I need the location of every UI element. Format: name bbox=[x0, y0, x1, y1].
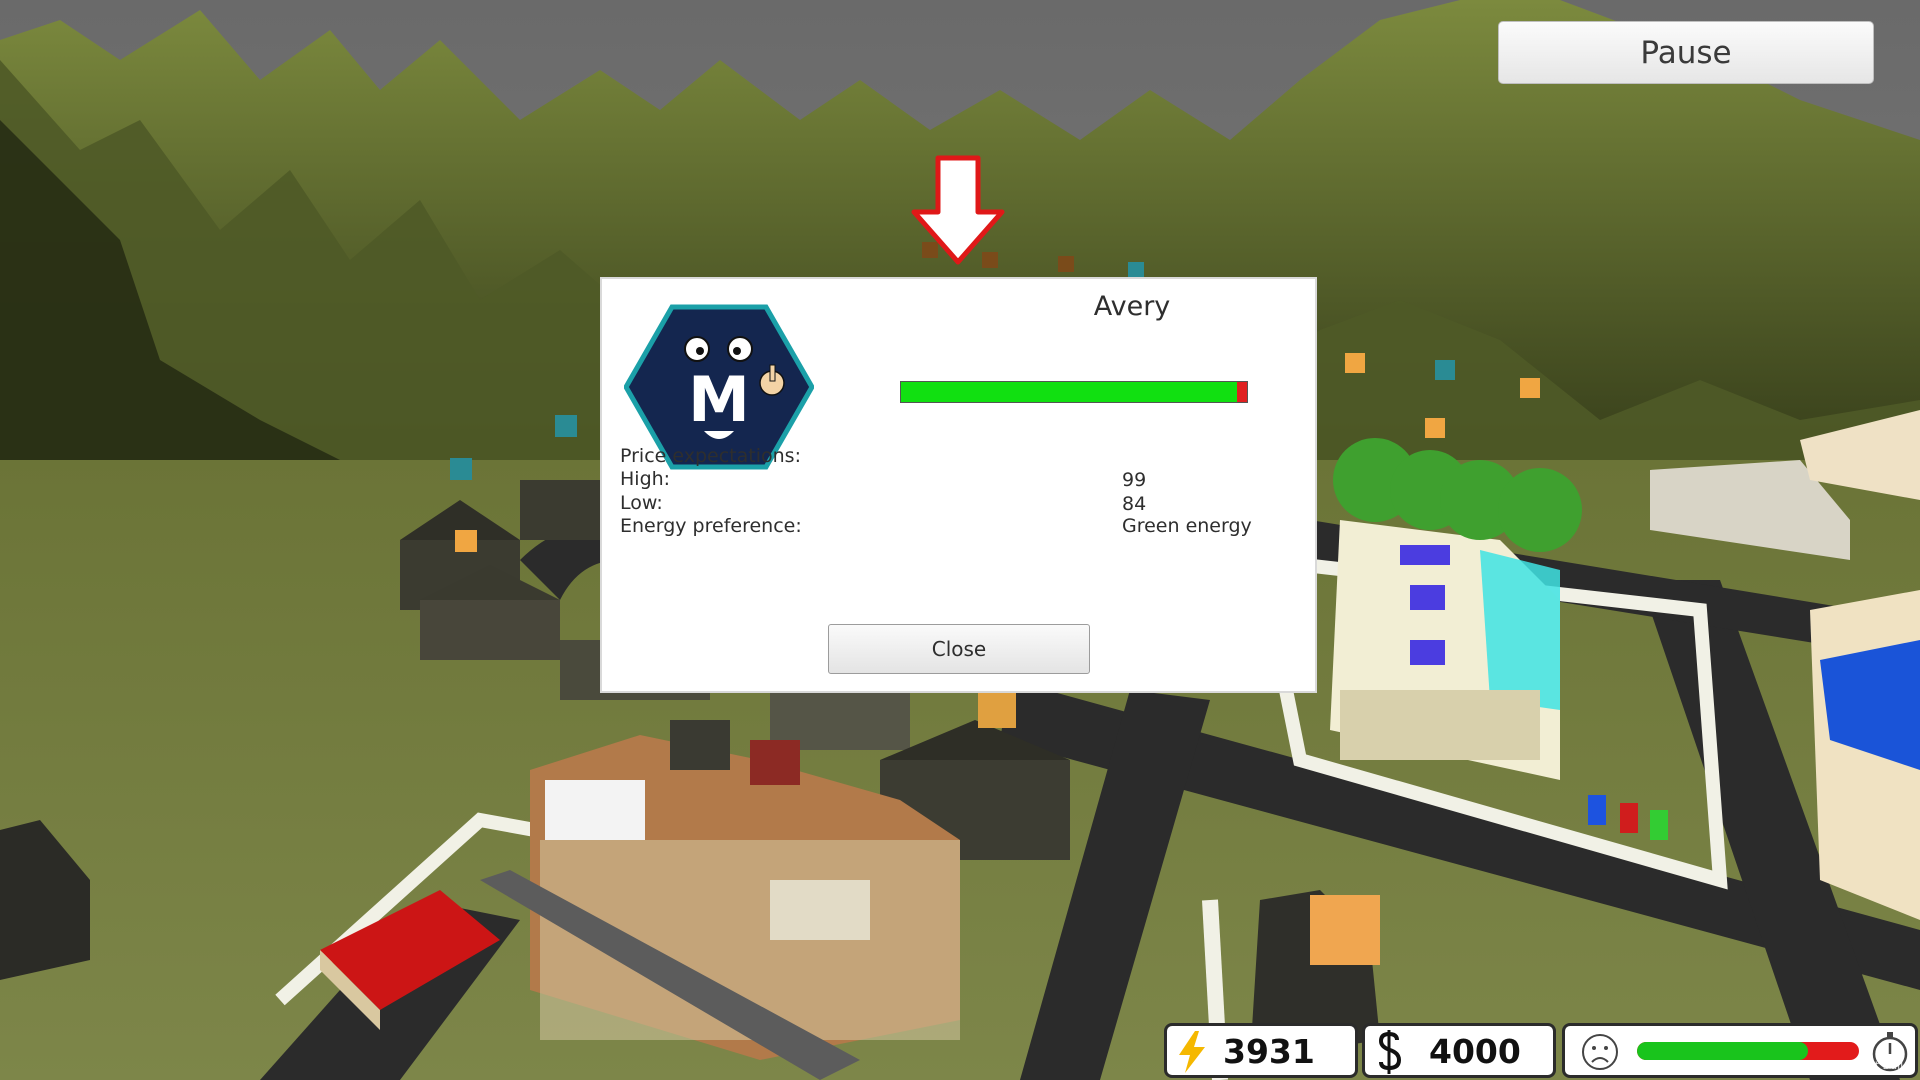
customer-name: Avery bbox=[1093, 291, 1171, 322]
lightning-icon bbox=[1179, 1031, 1205, 1073]
low-price-value: 84 bbox=[1122, 493, 1147, 515]
currency-icon bbox=[1378, 1030, 1402, 1074]
svg-text:M: M bbox=[688, 363, 750, 436]
car-blue bbox=[1588, 795, 1606, 825]
low-price-label: Low: bbox=[620, 492, 663, 514]
development-build-watermark: Development Build bbox=[1805, 1059, 1911, 1072]
high-price-label: High: bbox=[620, 468, 671, 490]
customer-info-dialog: M Avery Price expectations: High: 99 Low… bbox=[600, 277, 1317, 693]
energy-preference-value: Green energy bbox=[1122, 515, 1252, 537]
sad-face-icon bbox=[1582, 1034, 1618, 1070]
satisfaction-bar-fill bbox=[901, 382, 1237, 402]
close-button[interactable]: Close bbox=[828, 624, 1090, 674]
high-price-value: 99 bbox=[1122, 469, 1147, 491]
mood-bar-fill bbox=[1637, 1042, 1808, 1060]
energy-value: 3931 bbox=[1223, 1032, 1315, 1071]
money-counter: 4000 bbox=[1362, 1023, 1556, 1078]
pause-button[interactable]: Pause bbox=[1498, 21, 1874, 84]
mood-bar bbox=[1637, 1042, 1859, 1060]
price-expectations-label: Price expectations: bbox=[620, 445, 801, 467]
car-red bbox=[1620, 803, 1638, 833]
energy-counter: 3931 bbox=[1164, 1023, 1358, 1078]
satisfaction-bar bbox=[900, 381, 1248, 403]
money-value: 4000 bbox=[1429, 1032, 1521, 1071]
energy-preference-label: Energy preference: bbox=[620, 515, 802, 537]
car-green bbox=[1650, 810, 1668, 840]
